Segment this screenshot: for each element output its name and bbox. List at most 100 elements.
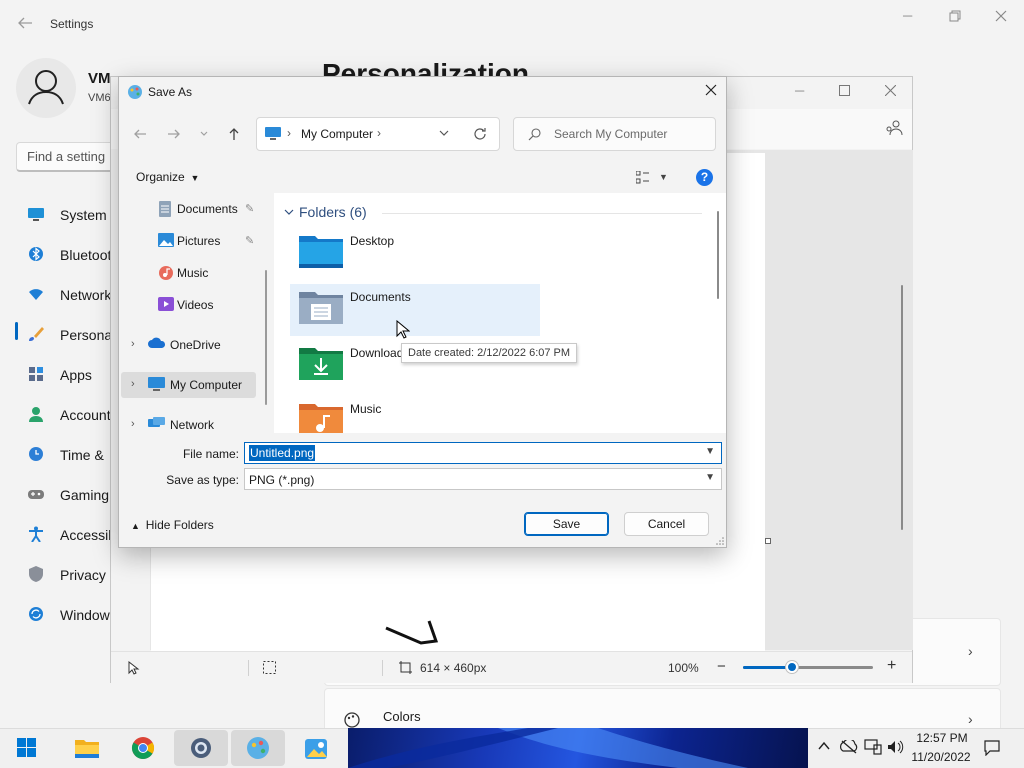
forward-arrow-icon[interactable] <box>166 126 184 144</box>
folder-music[interactable]: Music <box>290 396 540 433</box>
view-dropdown-icon[interactable]: ▼ <box>659 172 668 182</box>
network-offline-icon[interactable] <box>840 740 858 754</box>
bluetooth-icon <box>28 246 44 262</box>
chrome-icon[interactable] <box>116 730 170 766</box>
paint-icon[interactable] <box>231 730 285 766</box>
group-header[interactable]: Folders (6) <box>299 204 367 220</box>
nav-item-apps[interactable]: Apps <box>12 356 112 392</box>
wifi-icon <box>28 286 44 302</box>
view-options-icon[interactable] <box>636 171 650 184</box>
minimize-icon[interactable]: ─ <box>903 8 912 23</box>
folder-scrollbar[interactable] <box>717 211 719 299</box>
nav-documents[interactable]: Documents ✎ <box>121 196 256 222</box>
documents-folder-icon <box>299 288 343 324</box>
nav-pictures[interactable]: Pictures ✎ <box>121 228 256 254</box>
nav-music[interactable]: Music <box>121 260 256 286</box>
close-icon[interactable] <box>885 85 896 96</box>
chevron-down-icon[interactable]: ▼ <box>705 446 715 457</box>
collapse-chevron-icon[interactable] <box>284 207 294 217</box>
nav-item-windows-update[interactable]: Windows <box>12 596 117 632</box>
expand-chevron-icon[interactable]: › <box>131 418 135 430</box>
address-dropdown-icon[interactable] <box>439 128 449 138</box>
maximize-icon[interactable] <box>839 85 850 96</box>
vertical-scrollbar[interactable] <box>901 285 903 530</box>
nav-item-accessibility[interactable]: Accessibility <box>12 516 136 552</box>
chevron-down-icon[interactable]: ▼ <box>705 472 715 483</box>
refresh-icon[interactable] <box>473 127 487 141</box>
clock-icon <box>28 446 44 462</box>
pictures-icon <box>158 233 174 249</box>
person-icon <box>28 406 44 422</box>
settings-gear-icon[interactable] <box>174 730 228 766</box>
videos-icon <box>158 297 174 313</box>
chevron-right-icon: › <box>968 643 973 659</box>
photos-icon[interactable] <box>289 730 343 766</box>
nav-item-accounts[interactable]: Accounts <box>12 396 118 432</box>
group-divider <box>382 213 702 214</box>
zoom-in-button[interactable]: + <box>887 657 896 675</box>
close-icon[interactable] <box>995 10 1007 22</box>
nav-item-system[interactable]: System <box>12 196 112 232</box>
volume-icon[interactable] <box>887 740 905 754</box>
nav-item-network[interactable]: Network <box>12 276 112 312</box>
zoom-slider-thumb[interactable] <box>786 661 798 673</box>
save-type-select[interactable]: PNG (*.png) ▼ <box>244 468 722 490</box>
colors-label: Colors <box>383 709 421 724</box>
back-arrow-icon[interactable] <box>16 14 34 32</box>
hide-folders-button[interactable]: ▲ Hide Folders <box>131 518 214 532</box>
zoom-out-button[interactable]: − <box>717 658 726 675</box>
expand-chevron-icon[interactable]: › <box>131 378 135 390</box>
display-icon[interactable] <box>864 739 882 755</box>
nav-network[interactable]: › Network <box>121 412 256 433</box>
nav-my-computer[interactable]: › My Computer <box>121 372 256 398</box>
avatar[interactable] <box>16 58 76 118</box>
notification-icon[interactable] <box>984 740 1000 756</box>
nav-scrollbar[interactable] <box>265 270 267 405</box>
organize-button[interactable]: Organize ▼ <box>136 170 199 184</box>
folder-documents[interactable]: Documents <box>290 284 540 336</box>
computer-icon <box>148 377 165 393</box>
people-icon[interactable] <box>885 120 903 136</box>
file-name-input[interactable]: Untitled.png ▼ <box>244 442 722 464</box>
resize-handle[interactable] <box>765 538 771 544</box>
divider <box>382 660 383 676</box>
minimize-icon[interactable]: ─ <box>795 83 804 98</box>
folder-list: Folders (6) Desktop Documents Downloads … <box>274 193 726 433</box>
music-folder-icon <box>299 400 343 433</box>
canvas-size-icon <box>399 661 412 674</box>
breadcrumb-my-computer[interactable]: My Computer <box>301 127 373 141</box>
chevron-up-icon[interactable] <box>818 741 830 751</box>
nav-item-bluetooth[interactable]: Bluetooth <box>12 236 119 272</box>
gamepad-icon <box>28 486 44 502</box>
save-button[interactable]: Save <box>524 512 609 536</box>
chevron-right-icon: › <box>968 711 973 727</box>
recent-locations-chevron-icon[interactable] <box>199 127 217 145</box>
desktop-folder-icon <box>299 232 343 268</box>
up-arrow-icon[interactable] <box>226 126 244 144</box>
nav-item-personalization[interactable]: Personalization <box>12 316 156 352</box>
breadcrumb-chevron-icon[interactable]: › <box>377 126 381 140</box>
restore-icon[interactable] <box>949 10 961 22</box>
cancel-button[interactable]: Cancel <box>624 512 709 536</box>
divider <box>248 660 249 676</box>
clock-time[interactable]: 12:57 PM <box>912 731 972 745</box>
computer-icon <box>265 127 281 141</box>
back-arrow-icon[interactable] <box>132 126 150 144</box>
help-icon[interactable]: ? <box>696 169 713 186</box>
nav-item-gaming[interactable]: Gaming <box>12 476 112 512</box>
close-icon[interactable] <box>704 83 720 99</box>
network-icon <box>148 417 165 433</box>
nav-item-time[interactable]: Time & <box>12 436 112 472</box>
clock-date[interactable]: 11/20/2022 <box>905 750 977 764</box>
file-explorer-icon[interactable] <box>60 730 114 766</box>
expand-chevron-icon[interactable]: › <box>131 338 135 350</box>
navigation-pane: Documents ✎ Pictures ✎ Music Videos › On… <box>119 193 272 433</box>
nav-videos[interactable]: Videos <box>121 292 256 318</box>
search-input[interactable]: Search My Computer <box>513 117 716 151</box>
nav-onedrive[interactable]: › OneDrive <box>121 332 256 358</box>
nav-item-privacy[interactable]: Privacy <box>12 556 112 592</box>
start-button[interactable] <box>0 730 54 766</box>
address-bar[interactable]: › My Computer › <box>256 117 500 151</box>
resize-grip-icon[interactable] <box>716 537 724 545</box>
folder-desktop[interactable]: Desktop <box>290 228 540 280</box>
